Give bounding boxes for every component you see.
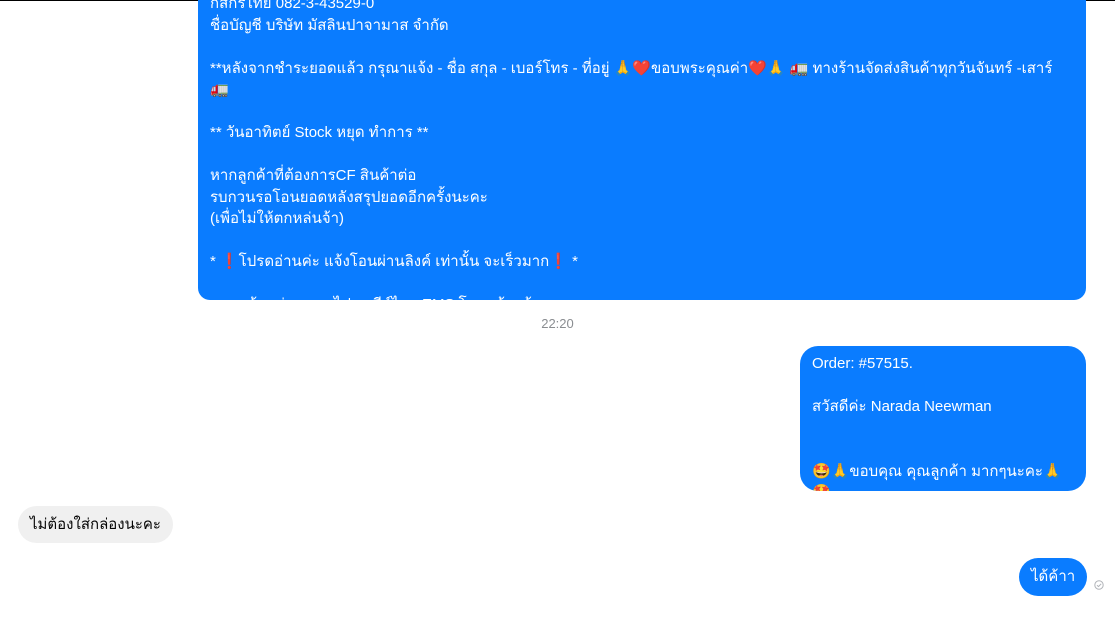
message-bubble-outgoing-payment-info[interactable]: กสิกรไทย 082-3-43529-0 ชื่อบัญชี บริษัท … — [198, 0, 1086, 300]
message-bubble-outgoing-reply[interactable]: ได้ค้าา — [1019, 558, 1088, 596]
message-bubble-incoming[interactable]: ไม่ต้องใส่กล่องนะคะ — [18, 506, 173, 543]
message-timestamp: 22:20 — [541, 316, 574, 331]
sent-check-icon — [1094, 580, 1104, 590]
message-bubble-outgoing-order[interactable]: Order: #57515. สวัสดีค่ะ Narada Neewman … — [800, 346, 1086, 491]
